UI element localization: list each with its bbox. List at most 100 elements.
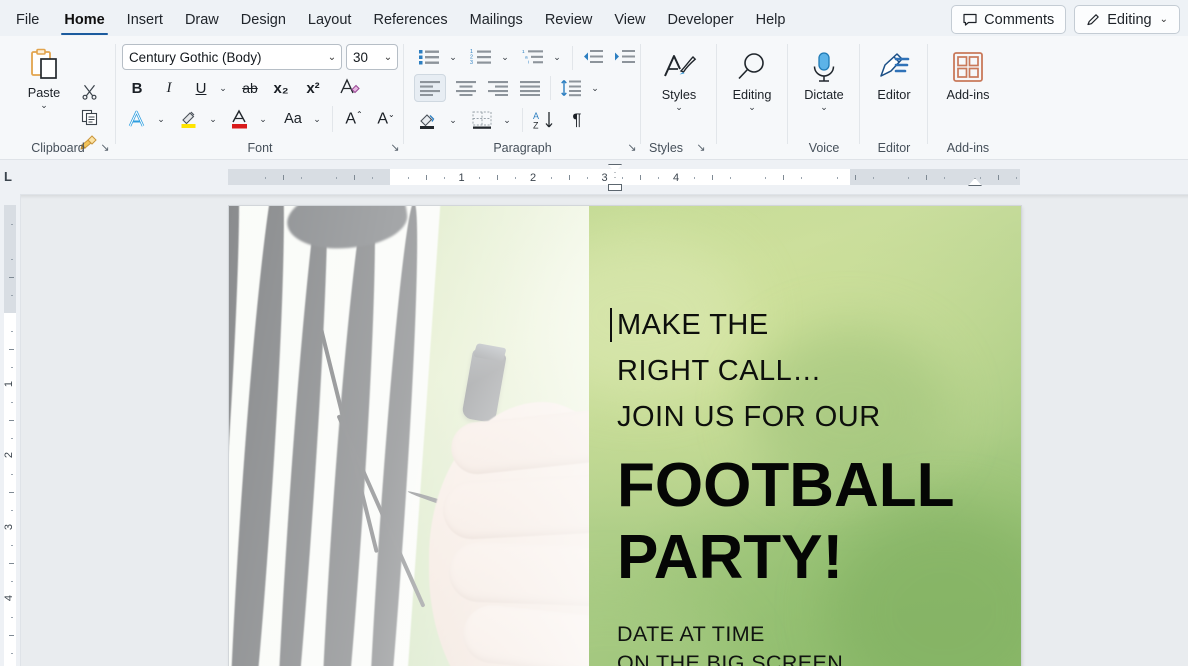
increase-indent-button[interactable] xyxy=(610,44,640,70)
italic-button[interactable]: I xyxy=(156,76,182,100)
borders-button[interactable] xyxy=(466,106,498,134)
editing-button[interactable]: Editing ⌄ xyxy=(722,46,782,113)
tab-file[interactable]: File xyxy=(0,5,53,36)
borders-icon xyxy=(471,110,493,130)
bullets-options-button[interactable]: ⌄ xyxy=(444,44,462,70)
cut-button[interactable] xyxy=(78,80,100,102)
flyer-line-2[interactable]: RIGHT CALL… xyxy=(617,348,1017,394)
bold-icon: B xyxy=(132,80,143,97)
sort-button[interactable]: A Z xyxy=(528,106,560,134)
font-name-input[interactable]: Century Gothic (Body) xyxy=(129,50,323,65)
paragraph-marks-icon: ¶ xyxy=(572,110,581,130)
chevron-down-icon[interactable]: ⌄ xyxy=(323,52,341,63)
align-left-icon xyxy=(420,80,440,96)
styles-label: Styles xyxy=(649,88,709,102)
tab-mailings[interactable]: Mailings xyxy=(459,5,534,36)
flyer-headline-1[interactable]: FOOTBALL xyxy=(617,450,1017,522)
referee-photo[interactable] xyxy=(229,206,589,666)
microphone-icon xyxy=(794,46,854,88)
shrink-font-button[interactable]: A⌄ xyxy=(372,106,400,132)
flyer-line-3[interactable]: JOIN US FOR OUR xyxy=(617,394,1017,440)
vruler-tick xyxy=(9,277,14,278)
copy-button[interactable] xyxy=(78,106,100,128)
vertical-ruler[interactable]: 1234 xyxy=(0,194,20,666)
multilevel-list-options-button[interactable]: ⌄ xyxy=(548,44,566,70)
paragraph-dialog-launcher[interactable]: ↘ xyxy=(625,141,639,155)
highlight-options-button[interactable]: ⌄ xyxy=(204,106,222,132)
strikethrough-button[interactable]: ab xyxy=(236,76,264,100)
tab-references[interactable]: References xyxy=(362,5,458,36)
bullets-button[interactable] xyxy=(414,44,444,70)
editor-button[interactable]: Editor xyxy=(864,46,924,102)
document-canvas[interactable]: MAKE THE RIGHT CALL… JOIN US FOR OUR FOO… xyxy=(20,194,1188,666)
shading-options-button[interactable]: ⌄ xyxy=(444,106,462,134)
flyer-line-1[interactable]: MAKE THE xyxy=(617,302,1017,348)
show-paragraph-marks-button[interactable]: ¶ xyxy=(564,106,590,134)
align-right-button[interactable] xyxy=(482,74,514,102)
tab-review[interactable]: Review xyxy=(534,5,604,36)
shading-button[interactable] xyxy=(414,106,444,134)
underline-options-button[interactable]: ⌄ xyxy=(214,76,232,100)
align-left-button[interactable] xyxy=(414,74,446,102)
numbering-options-button[interactable]: ⌄ xyxy=(496,44,514,70)
flyer-headline-2[interactable]: PARTY! xyxy=(617,522,1017,594)
dictate-label: Dictate xyxy=(794,88,854,102)
tab-developer[interactable]: Developer xyxy=(657,5,745,36)
ruler-ticks: 1234 xyxy=(0,169,1188,185)
flyer-detail-1[interactable]: DATE AT TIME xyxy=(617,620,1017,649)
change-case-button[interactable]: Aa xyxy=(276,106,310,132)
photo-fade-overlay xyxy=(229,206,589,666)
font-size-input[interactable]: 30 xyxy=(353,50,379,65)
font-size-combo[interactable]: 30 ⌄ xyxy=(346,44,398,70)
tab-layout[interactable]: Layout xyxy=(297,5,363,36)
editing-mode-button[interactable]: Editing ⌄ xyxy=(1074,5,1180,34)
text-effects-options-button[interactable]: ⌄ xyxy=(152,106,170,132)
tab-help[interactable]: Help xyxy=(745,5,797,36)
line-spacing-button[interactable] xyxy=(556,74,586,102)
tab-draw[interactable]: Draw xyxy=(174,5,230,36)
horizontal-ruler[interactable]: L 1234 xyxy=(0,160,1188,194)
styles-dialog-launcher[interactable]: ↘ xyxy=(694,141,708,155)
text-effects-button[interactable] xyxy=(124,106,152,132)
ruler-tick xyxy=(569,175,570,180)
document-page[interactable]: MAKE THE RIGHT CALL… JOIN US FOR OUR FOO… xyxy=(229,206,1021,666)
flyer-text-block[interactable]: MAKE THE RIGHT CALL… JOIN US FOR OUR FOO… xyxy=(617,302,1017,666)
subscript-button[interactable]: x₂ xyxy=(268,76,294,100)
font-name-combo[interactable]: Century Gothic (Body) ⌄ xyxy=(122,44,342,70)
superscript-icon: x² xyxy=(306,80,319,97)
grow-font-button[interactable]: A⌃ xyxy=(340,106,368,132)
flyer-detail-2[interactable]: ON THE BIG SCREEN xyxy=(617,649,1017,666)
change-case-options-button[interactable]: ⌄ xyxy=(308,106,326,132)
font-dialog-launcher[interactable]: ↘ xyxy=(388,141,402,155)
tab-insert[interactable]: Insert xyxy=(116,5,174,36)
styles-button[interactable]: Styles ⌄ xyxy=(649,46,709,113)
left-indent-marker[interactable] xyxy=(608,184,622,191)
dictate-button[interactable]: Dictate ⌄ xyxy=(794,46,854,113)
text-highlight-button[interactable] xyxy=(176,106,204,132)
bold-button[interactable]: B xyxy=(124,76,150,100)
font-color-options-button[interactable]: ⌄ xyxy=(254,106,272,132)
addins-button[interactable]: Add-ins xyxy=(938,46,998,102)
vruler-number: 4 xyxy=(3,591,15,605)
tab-home[interactable]: Home xyxy=(53,5,115,36)
clear-formatting-button[interactable] xyxy=(336,74,364,100)
tab-design[interactable]: Design xyxy=(230,5,297,36)
comments-button[interactable]: Comments xyxy=(951,5,1066,34)
decrease-indent-button[interactable] xyxy=(578,44,608,70)
tab-view[interactable]: View xyxy=(603,5,656,36)
ruler-tick-dot xyxy=(873,177,874,179)
borders-options-button[interactable]: ⌄ xyxy=(498,106,516,134)
addins-label: Add-ins xyxy=(938,88,998,102)
justify-button[interactable] xyxy=(514,74,546,102)
multilevel-list-button[interactable]: 1 a i xyxy=(518,44,548,70)
chevron-down-icon[interactable]: ⌄ xyxy=(379,52,397,63)
bullets-icon xyxy=(418,48,440,66)
underline-button[interactable]: U xyxy=(188,76,214,100)
paste-button[interactable]: Paste ⌄ xyxy=(14,44,74,111)
numbering-button[interactable]: 1 2 3 xyxy=(466,44,496,70)
clipboard-dialog-launcher[interactable]: ↘ xyxy=(98,141,112,155)
align-center-button[interactable] xyxy=(450,74,482,102)
line-spacing-options-button[interactable]: ⌄ xyxy=(586,74,604,102)
superscript-button[interactable]: x² xyxy=(300,76,326,100)
font-color-button[interactable] xyxy=(226,106,254,132)
